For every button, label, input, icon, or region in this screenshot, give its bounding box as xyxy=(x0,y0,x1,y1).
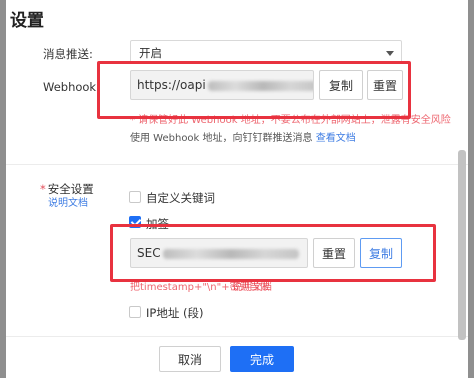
ip-checkbox[interactable] xyxy=(129,306,141,318)
chevron-down-icon xyxy=(386,51,394,56)
webhook-usage-text: 使用 Webhook 地址，向钉钉群推送消息 查看文档 xyxy=(130,129,356,144)
footer-divider xyxy=(6,336,468,337)
keyword-checkbox[interactable] xyxy=(129,191,141,203)
cancel-button[interactable]: 取消 xyxy=(159,346,221,372)
watermark: CSDN @黑马金牌编程 xyxy=(366,363,468,374)
push-select-value: 开启 xyxy=(139,46,162,60)
secret-hint-link[interactable]: 说明文档 xyxy=(232,278,272,293)
secret-highlight-box xyxy=(110,224,436,282)
ip-label: IP地址 (段) xyxy=(146,306,204,320)
settings-dialog: 设置 消息推送: 开启 Webhook: https://oapi 复制 重置 … xyxy=(6,0,468,378)
security-doc-link[interactable]: 说明文档 xyxy=(48,194,88,209)
keyword-label: 自定义关键词 xyxy=(146,191,215,205)
dialog-title: 设置 xyxy=(10,11,44,31)
webhook-warning: * 请保管好此 Webhook 地址，不要公布在外部网站上，泄露有安全风险 xyxy=(130,115,451,126)
required-mark: * xyxy=(40,182,46,196)
webhook-usage-desc: 使用 Webhook 地址，向钉钉群推送消息 xyxy=(130,133,313,144)
scrollbar[interactable] xyxy=(458,150,466,340)
webhook-doc-link[interactable]: 查看文档 xyxy=(316,133,356,144)
webhook-label: Webhook: xyxy=(43,80,100,94)
divider xyxy=(6,164,468,165)
done-button[interactable]: 完成 xyxy=(230,346,294,372)
push-label: 消息推送: xyxy=(43,47,93,61)
